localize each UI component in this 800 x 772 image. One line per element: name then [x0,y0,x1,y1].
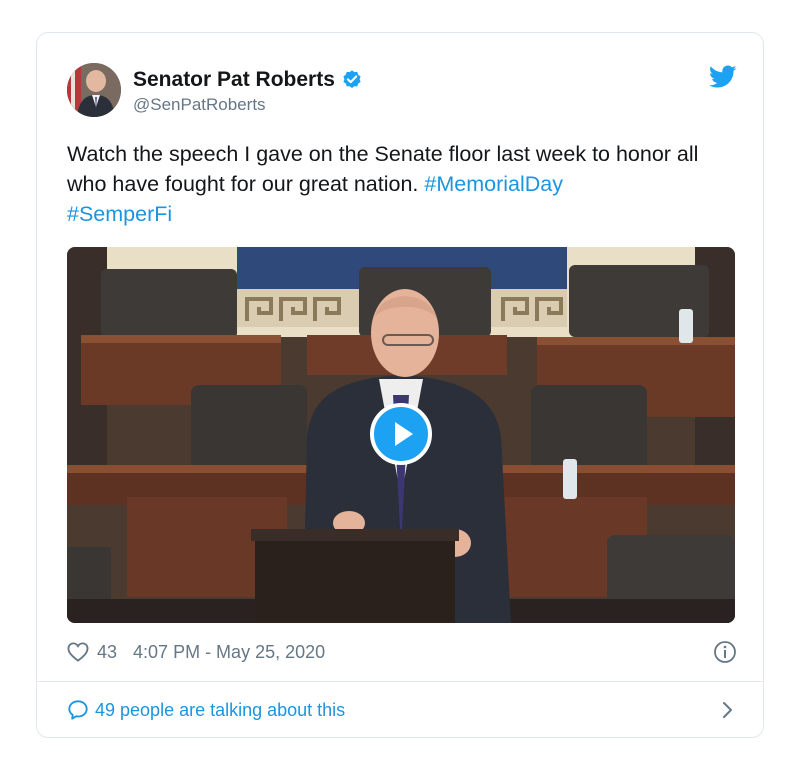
video-player[interactable] [67,247,735,623]
tweet-card: Senator Pat Roberts @SenPatRoberts Watch… [36,32,764,738]
speech-bubble-icon [67,699,89,721]
play-button[interactable] [370,403,432,465]
tweet-header: Senator Pat Roberts @SenPatRoberts [67,63,737,119]
verified-badge-icon [341,69,363,91]
tweet-text: Watch the speech I gave on the Senate fl… [67,139,737,229]
like-count[interactable]: 43 [97,642,117,663]
hashtag-semperfi[interactable]: #SemperFi [67,202,172,226]
author-names: Senator Pat Roberts @SenPatRoberts [133,67,363,115]
display-name-row: Senator Pat Roberts [133,67,363,93]
tweet-body: Watch the speech I gave on the Senate fl… [67,142,699,196]
divider [37,681,763,682]
info-icon[interactable] [713,640,737,664]
author-avatar[interactable] [67,63,121,117]
talking-about-link[interactable]: 49 people are talking about this [67,695,737,725]
twitter-bird-icon[interactable] [708,65,737,89]
heart-icon[interactable] [67,642,89,662]
hashtag-memorialday[interactable]: #MemorialDay [424,172,563,196]
author-handle[interactable]: @SenPatRoberts [133,95,363,115]
tweet-meta: 43 4:07 PM - May 25, 2020 [67,637,737,667]
tweet-timestamp[interactable]: 4:07 PM - May 25, 2020 [133,642,325,663]
play-icon [395,422,413,446]
chevron-right-icon[interactable] [721,700,735,720]
talking-about-label: 49 people are talking about this [95,699,346,720]
author-display-name[interactable]: Senator Pat Roberts [133,68,335,92]
